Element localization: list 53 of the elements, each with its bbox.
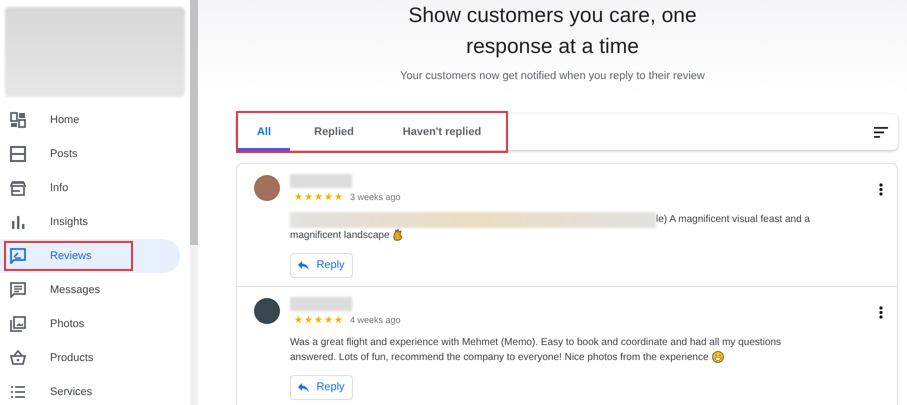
star-icon: ★ (324, 316, 333, 326)
blurred-name (290, 297, 352, 311)
star-icon: ★ (304, 316, 313, 326)
star-icon: ★ (314, 192, 323, 203)
star-icon: ★ (314, 316, 323, 326)
star-icon: ★ (294, 192, 303, 203)
list-icon (10, 384, 26, 400)
avatar (254, 298, 280, 324)
dashboard-icon (10, 112, 26, 128)
basket-icon (10, 350, 26, 366)
filter-tab[interactable]: Haven't replied (378, 113, 506, 151)
sidebar-item[interactable]: Reviews (0, 239, 180, 273)
sidebar-item[interactable]: Messages (0, 273, 180, 307)
page-subtitle: Your customers now get notified when you reply to their review (400, 69, 705, 84)
filter-tab[interactable]: Replied (290, 113, 378, 151)
sidebar-item[interactable]: Services (0, 375, 180, 405)
message-icon (10, 282, 26, 298)
star-icon: ★ (334, 192, 343, 203)
review-text: answered. Lots of fun, recommend the company to everyone! Nice photos from the experience (290, 350, 709, 364)
review-time: 3 weeks ago (350, 191, 401, 204)
blurred-name (290, 174, 352, 188)
reply-arrow-icon (298, 382, 310, 392)
sidebar-item[interactable]: Home (0, 103, 180, 137)
filter-tab[interactable]: All (238, 113, 290, 151)
more-options-icon[interactable] (879, 306, 883, 319)
star-icon: ★ (324, 192, 333, 203)
page-title: Show customers you care, one response at a time (407, 3, 698, 60)
grinning-emoji-icon (712, 351, 724, 363)
sidebar-item[interactable]: Photos (0, 307, 180, 341)
star-icon: ★ (304, 192, 313, 203)
more-options-icon[interactable] (879, 183, 883, 196)
avatar (254, 175, 280, 201)
review-icon (10, 248, 26, 264)
review-text: magnificent landscape (290, 228, 390, 242)
bar-chart-icon (10, 214, 26, 230)
scrollbar-thumb[interactable] (190, 0, 198, 245)
review-text: le) A magnificent visual feast and a (656, 213, 810, 227)
star-icon: ★ (334, 316, 343, 326)
review-text: Was a great flight and experience with Mehmet (Memo). Easy to book and coordinate and had all my questions (290, 336, 782, 350)
reply-button[interactable]: Reply (290, 374, 353, 400)
sidebar-item[interactable]: Products (0, 341, 180, 375)
sort-icon[interactable] (874, 126, 888, 138)
sidebar-item[interactable]: Posts (0, 137, 180, 171)
photos-icon (10, 316, 26, 332)
sidebar-item[interactable]: Insights (0, 205, 180, 239)
reply-button[interactable]: Reply (290, 252, 353, 278)
star-icon: ★ (294, 316, 303, 326)
panel-icon (10, 146, 26, 162)
review-time: 4 weeks ago (350, 314, 401, 327)
storefront-icon (10, 180, 26, 196)
reply-arrow-icon (298, 260, 310, 270)
hand-emoji-icon (392, 229, 403, 241)
sidebar-item[interactable]: Info (0, 171, 180, 205)
